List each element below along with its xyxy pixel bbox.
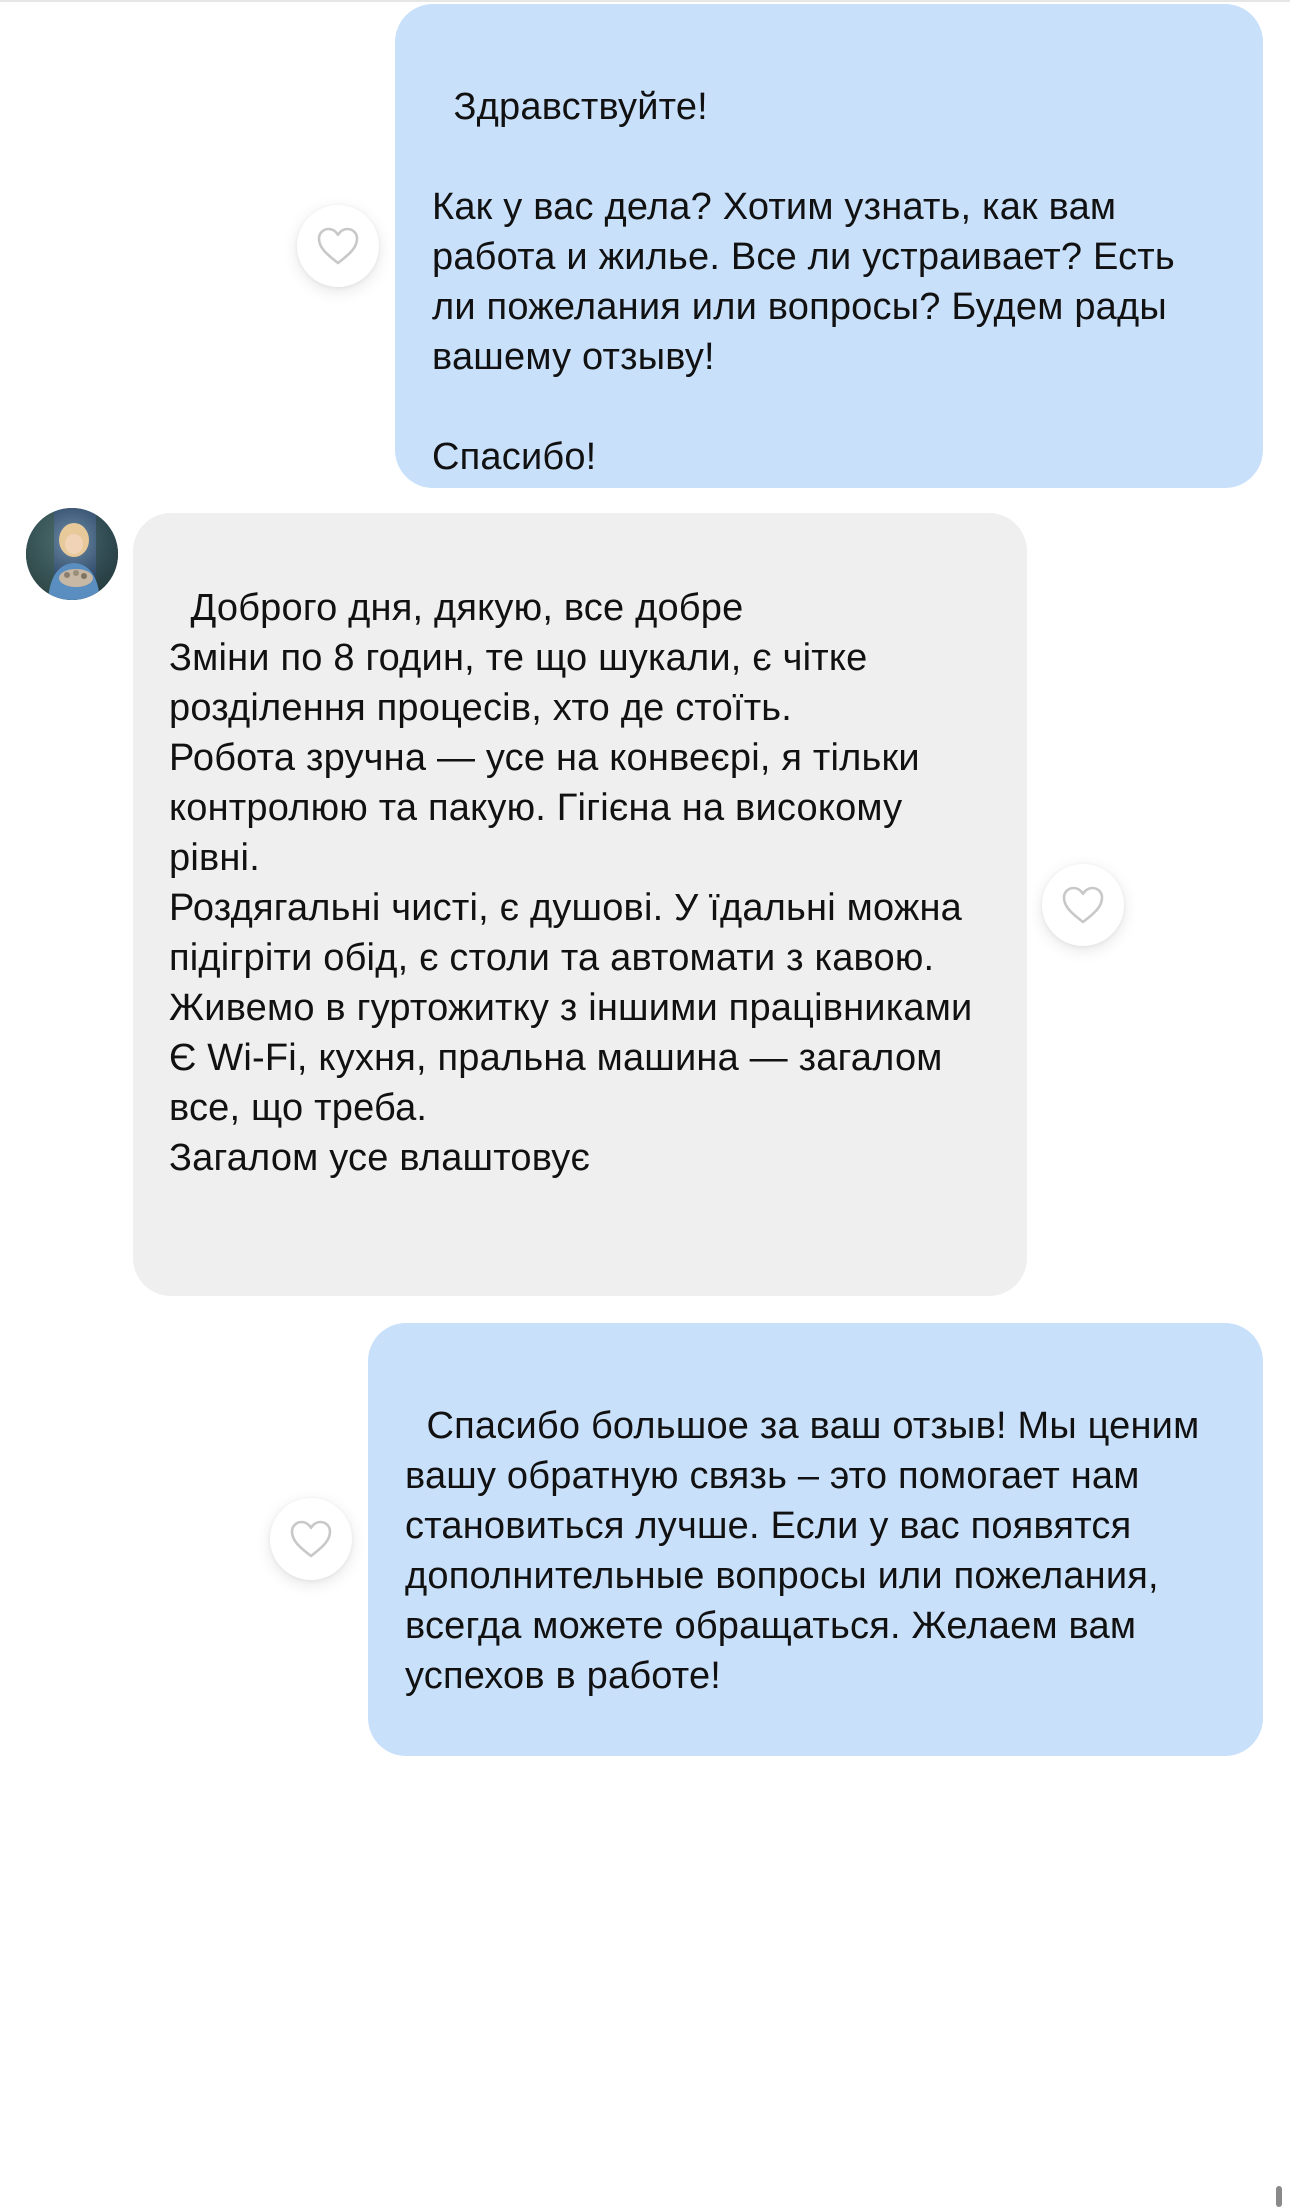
heart-outline-icon: [1062, 886, 1104, 924]
avatar-photo: [26, 508, 118, 600]
incoming-message-bubble[interactable]: Доброго дня, дякую, все добре Зміни по 8…: [133, 513, 1027, 1296]
like-button[interactable]: [1042, 864, 1124, 946]
top-divider: [0, 0, 1290, 2]
avatar[interactable]: [26, 508, 118, 600]
outgoing-message-bubble[interactable]: Спасибо большое за ваш отзыв! Мы ценим в…: [368, 1323, 1263, 1756]
outgoing-message-bubble[interactable]: Здравствуйте! Как у вас дела? Хотим узна…: [395, 4, 1263, 488]
heart-outline-icon: [317, 227, 359, 265]
message-text: Спасибо большое за ваш отзыв! Мы ценим в…: [405, 1405, 1211, 1697]
message-text: Доброго дня, дякую, все добре Зміни по 8…: [169, 587, 973, 1179]
scrollbar[interactable]: [1276, 2186, 1282, 2207]
like-button[interactable]: [270, 1498, 352, 1580]
like-button[interactable]: [297, 205, 379, 287]
heart-outline-icon: [290, 1520, 332, 1558]
message-text: Здравствуйте! Как у вас дела? Хотим узна…: [432, 86, 1175, 478]
